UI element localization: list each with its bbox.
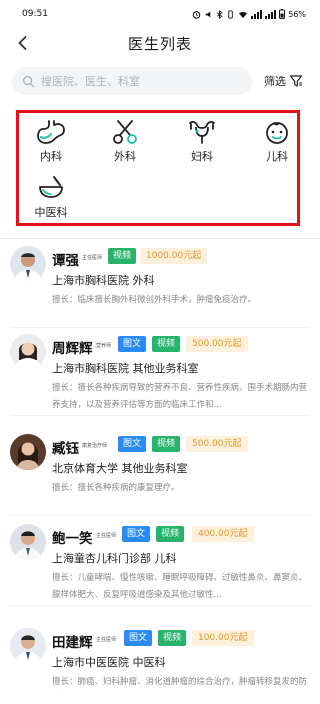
avatar: [10, 628, 46, 664]
video-tag: 视频: [108, 248, 137, 264]
battery-percent: 56%: [288, 9, 306, 19]
doctor-title: 主任医师: [96, 533, 117, 539]
price-badge: 500.00元起: [186, 336, 248, 352]
avatar: [10, 524, 46, 560]
avatar: [10, 246, 46, 282]
battery-icon: [279, 9, 286, 19]
filter-funnel-icon: [289, 75, 303, 87]
doctor-hospital: 上海童杏儿科门诊部 儿科: [52, 552, 177, 565]
uterus-icon: [189, 121, 215, 144]
text-consult-tag: 图文: [124, 630, 153, 646]
department-label: 外科: [114, 150, 136, 163]
doctor-hospital: 北京体育大学 其他业务科室: [52, 462, 188, 475]
department-internal-medicine[interactable]: 内科: [25, 119, 77, 164]
doctor-title: 营养师: [96, 343, 112, 349]
card-divider: [10, 415, 310, 416]
doctor-title: 主任医师: [96, 637, 117, 643]
alarm-icon: [192, 10, 201, 19]
doctor-card[interactable]: 田建辉 主任医师 图文 视频 100.00元起 上海市中医医院 中医科 擅长：肺…: [0, 626, 320, 704]
avatar: [10, 334, 46, 370]
department-gynecology[interactable]: 妇科: [176, 119, 228, 164]
video-tag: 视频: [152, 436, 181, 452]
stomach-icon: [37, 120, 65, 144]
wifi-icon: [239, 11, 248, 18]
department-panel: 内科 外科 妇科 儿科 中医科: [16, 110, 300, 226]
nav-bar: 医生列表: [0, 28, 320, 58]
status-time: 09:51: [22, 9, 48, 19]
text-consult-tag: 图文: [122, 526, 151, 542]
doctor-specialty: 擅长：擅长各种疾病的康复理疗。: [52, 483, 180, 493]
video-tag: 视频: [156, 526, 185, 542]
filter-label: 筛选: [264, 75, 286, 88]
avatar: [10, 434, 46, 470]
mortar-icon: [39, 176, 63, 198]
doctor-hospital: 上海市中医医院 中医科: [52, 656, 166, 669]
doctor-portrait-icon: [10, 246, 46, 282]
search-icon: [22, 75, 35, 87]
department-label: 儿科: [266, 150, 288, 163]
vibrate-icon: [228, 9, 233, 19]
search-row: 筛选: [12, 66, 312, 96]
department-label: 中医科: [34, 206, 68, 219]
doctor-title: 主任医师: [82, 255, 103, 261]
doctor-card[interactable]: 鲍一笑 主任医师 图文 视频 400.00元起 上海童杏儿科门诊部 儿科 擅长：…: [0, 522, 320, 606]
text-consult-tag: 图文: [118, 336, 147, 352]
price-badge: 400.00元起: [192, 526, 254, 542]
doctor-card[interactable]: 谭强 主任医师 视频 1000.00元起 上海市胸科医院 外科 擅长：临床擅长胸…: [0, 244, 320, 328]
status-bar: 09:51 56%: [0, 0, 320, 28]
card-divider: [10, 327, 310, 328]
doctor-specialty: 擅长：擅长各种疾病导致的营养不良、营养性疾病、围手术期肠内营养支持，以及营养评估…: [52, 383, 308, 410]
department-pediatrics[interactable]: 儿科: [251, 119, 303, 164]
doctor-card[interactable]: 周辉辉 营养师 图文 视频 500.00元起 上海市胸科医院 其他业务科室 擅长…: [0, 332, 320, 416]
signal-icon-2: [265, 9, 277, 19]
scissors-icon: [113, 120, 137, 144]
doctor-name: 谭强: [52, 253, 79, 269]
baby-face-icon: [266, 122, 288, 144]
department-label: 妇科: [191, 150, 213, 163]
doctor-name: 周辉辉: [52, 341, 93, 357]
bluetooth-icon: [217, 9, 223, 19]
text-consult-tag: 图文: [118, 436, 147, 452]
back-arrow-icon[interactable]: [14, 34, 32, 52]
price-badge: 1000.00元起: [140, 248, 208, 264]
doctor-specialty: 擅长：临床擅长胸外科微创外科手术，肿瘤免疫治疗。: [52, 295, 257, 305]
doctor-hospital: 上海市胸科医院 其他业务科室: [52, 362, 199, 375]
department-label: 内科: [40, 150, 62, 163]
card-divider: [10, 515, 310, 516]
department-surgery[interactable]: 外科: [99, 119, 151, 164]
signal-icon: [251, 9, 263, 19]
filter-button[interactable]: 筛选: [264, 73, 303, 89]
bottom-edge: [0, 694, 320, 704]
doctor-name: 田建辉: [52, 635, 93, 651]
department-tcm[interactable]: 中医科: [25, 175, 77, 220]
doctor-hospital: 上海市胸科医院 外科: [52, 274, 155, 287]
search-box[interactable]: [12, 67, 252, 95]
doctor-specialty: 擅长：儿童哮喘、慢性咳嗽、睡眠呼吸障碍、过敏性鼻炎、鼻窦炎、腺样体肥大、反复呼吸…: [52, 573, 308, 600]
mute-icon: [206, 11, 211, 17]
doctor-card[interactable]: 臧钰 康复治疗师 图文 视频 500.00元起 北京体育大学 其他业务科室 擅长…: [0, 432, 320, 516]
doctor-portrait-icon: [10, 434, 46, 470]
section-divider: [0, 238, 320, 239]
status-icons: 56%: [192, 9, 306, 19]
doctor-name: 臧钰: [52, 441, 79, 457]
page-title: 医生列表: [127, 34, 192, 53]
doctor-portrait-icon: [10, 334, 46, 370]
search-input[interactable]: [41, 74, 241, 88]
doctor-title: 康复治疗师: [82, 443, 108, 449]
doctor-portrait-icon: [10, 524, 46, 560]
doctor-portrait-icon: [10, 628, 46, 664]
doctor-name: 鲍一笑: [52, 531, 93, 547]
video-tag: 视频: [152, 336, 181, 352]
price-badge: 500.00元起: [186, 436, 248, 452]
card-divider: [10, 605, 310, 606]
price-badge: 100.00元起: [192, 630, 254, 646]
video-tag: 视频: [158, 630, 187, 646]
